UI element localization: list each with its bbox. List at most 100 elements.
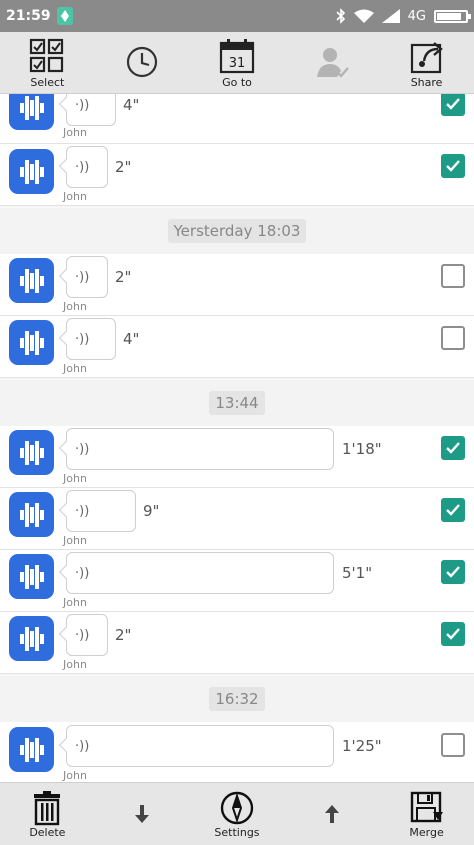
message-row[interactable]: ·)) 2" John xyxy=(0,612,474,674)
voice-app-icon xyxy=(9,258,54,303)
date-divider-label: 13:44 xyxy=(209,391,265,415)
delete-label: Delete xyxy=(29,825,66,839)
voice-message-bubble[interactable]: ·)) xyxy=(66,552,334,594)
bluetooth-icon xyxy=(336,8,345,24)
voice-app-icon xyxy=(9,492,54,537)
message-checkbox[interactable] xyxy=(441,154,465,178)
merge-button[interactable]: Merge xyxy=(379,783,474,845)
message-duration: 2" xyxy=(115,626,132,644)
message-row[interactable]: ·)) 9" John xyxy=(0,488,474,550)
message-checkbox[interactable] xyxy=(441,436,465,460)
message-checkbox[interactable] xyxy=(441,622,465,646)
message-sender: John xyxy=(63,658,87,671)
status-icons: 4G xyxy=(336,8,471,24)
history-button[interactable] xyxy=(95,32,190,93)
message-sender: John xyxy=(63,534,87,547)
voice-app-icon xyxy=(9,430,54,475)
sound-wave-icon: ·)) xyxy=(75,565,90,581)
select-label: Select xyxy=(30,75,65,89)
goto-label: Go to xyxy=(222,75,252,89)
notification-icon xyxy=(56,7,73,25)
message-checkbox[interactable] xyxy=(441,264,465,288)
share-icon xyxy=(410,41,443,73)
voice-app-icon xyxy=(9,149,54,194)
date-divider: 13:44 xyxy=(0,380,474,426)
message-sender: John xyxy=(63,190,87,203)
app-screen: 21:59 4G Select 31 Go to Share ·)) 4" Jo… xyxy=(0,0,474,845)
message-checkbox[interactable] xyxy=(441,326,465,350)
voice-app-icon xyxy=(9,320,54,365)
sound-wave-icon: ·)) xyxy=(75,159,90,175)
scroll-up-button[interactable] xyxy=(284,783,379,845)
message-row[interactable]: ·)) 1'18" John xyxy=(0,426,474,488)
message-row[interactable]: ·)) 4" John xyxy=(0,94,474,144)
voice-message-bubble[interactable]: ·)) xyxy=(66,318,116,360)
sound-wave-icon: ·)) xyxy=(75,269,90,285)
status-time: 21:59 xyxy=(6,8,51,24)
message-checkbox[interactable] xyxy=(441,498,465,522)
message-sender: John xyxy=(63,472,87,485)
voice-message-bubble[interactable]: ·)) xyxy=(66,256,108,298)
voice-app-icon xyxy=(9,727,54,772)
clock-icon xyxy=(127,46,158,78)
goto-button[interactable]: 31 Go to xyxy=(190,32,285,93)
voice-app-icon xyxy=(9,554,54,599)
voice-app-icon xyxy=(9,616,54,661)
checkmark-icon xyxy=(446,442,460,454)
sound-wave-icon: ·)) xyxy=(75,331,90,347)
message-row[interactable]: ·)) 5'1" John xyxy=(0,550,474,612)
message-checkbox[interactable] xyxy=(441,94,465,116)
message-checkbox[interactable] xyxy=(441,560,465,584)
checkmark-icon xyxy=(446,504,460,516)
message-sender: John xyxy=(63,596,87,609)
status-bar: 21:59 4G xyxy=(0,0,474,32)
voice-message-bubble[interactable]: ·)) xyxy=(66,614,108,656)
message-row[interactable]: ·)) 1'25" John xyxy=(0,722,474,782)
message-sender: John xyxy=(63,769,87,782)
message-row[interactable]: ·)) 2" John xyxy=(0,254,474,316)
network-type: 4G xyxy=(407,8,426,24)
sound-wave-icon: ·)) xyxy=(75,441,90,457)
sound-wave-icon: ·)) xyxy=(75,738,90,754)
checkmark-icon xyxy=(446,98,460,110)
battery-icon xyxy=(434,9,471,23)
sound-wave-icon: ·)) xyxy=(75,503,90,519)
share-button[interactable]: Share xyxy=(379,32,474,93)
grid-check-icon xyxy=(30,38,64,72)
user-check-icon xyxy=(316,48,349,78)
sound-wave-icon: ·)) xyxy=(75,627,90,643)
message-duration: 4" xyxy=(123,330,140,348)
settings-label: Settings xyxy=(214,825,260,839)
voice-message-bubble[interactable]: ·)) xyxy=(66,490,136,532)
calendar-day: 31 xyxy=(229,56,246,71)
share-label: Share xyxy=(410,75,443,89)
scroll-down-button[interactable] xyxy=(95,783,190,845)
date-divider-label: 16:32 xyxy=(209,687,265,711)
message-sender: John xyxy=(63,300,87,313)
top-toolbar: Select 31 Go to Share xyxy=(0,32,474,94)
message-sender: John xyxy=(63,126,87,139)
arrow-up-icon xyxy=(324,805,339,823)
contact-button[interactable] xyxy=(284,32,379,93)
checkmark-icon xyxy=(446,160,460,172)
date-divider: Yersterday 18:03 xyxy=(0,208,474,254)
voice-message-bubble[interactable]: ·)) xyxy=(66,94,116,126)
save-merge-icon xyxy=(410,791,443,822)
compass-icon xyxy=(220,791,254,824)
checkmark-icon xyxy=(446,566,460,578)
voice-message-bubble[interactable]: ·)) xyxy=(66,428,334,470)
bottom-toolbar: Delete Settings Merge xyxy=(0,782,474,845)
message-checkbox[interactable] xyxy=(441,733,465,757)
signal-icon xyxy=(381,9,400,23)
message-duration: 2" xyxy=(115,268,132,286)
message-duration: 1'25" xyxy=(342,737,382,755)
delete-button[interactable]: Delete xyxy=(0,783,95,845)
message-row[interactable]: ·)) 2" John xyxy=(0,144,474,206)
voice-message-bubble[interactable]: ·)) xyxy=(66,725,334,767)
message-list[interactable]: ·)) 4" John ·)) 2" John Yersterday 18:03… xyxy=(0,94,474,782)
voice-message-bubble[interactable]: ·)) xyxy=(66,146,108,188)
date-divider-label: Yersterday 18:03 xyxy=(167,219,307,243)
message-row[interactable]: ·)) 4" John xyxy=(0,316,474,378)
select-button[interactable]: Select xyxy=(0,32,95,93)
settings-button[interactable]: Settings xyxy=(190,783,285,845)
